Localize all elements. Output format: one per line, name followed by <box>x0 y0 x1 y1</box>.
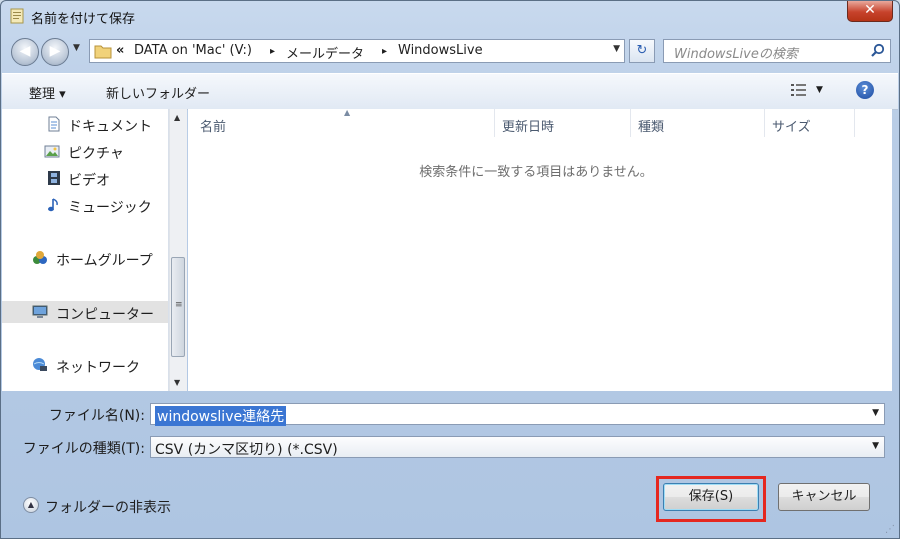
filetype-value: CSV (カンマ区切り) (*.CSV) <box>155 442 338 458</box>
computer-icon <box>32 305 48 318</box>
search-icon[interactable] <box>870 43 886 59</box>
navigation-bar: ◀ ▶ ▼ « DATA on 'Mac' (V:) ▸ メールデータ ▸ Wi… <box>1 33 899 71</box>
music-icon <box>48 198 58 212</box>
sidebar-item-computer[interactable]: コンピューター <box>2 301 168 323</box>
filename-value: windowslive連絡先 <box>155 406 287 426</box>
sort-ascending-icon: ▲ <box>344 108 351 117</box>
breadcrumb-separator[interactable]: ▸ <box>382 46 387 57</box>
close-button[interactable]: ✕ <box>847 1 893 22</box>
refresh-button[interactable]: ↻ <box>629 39 655 63</box>
navigation-pane: ドキュメント ピクチャ ビデオ ミュージック ホームグループ コンピューター ネ… <box>2 109 169 391</box>
column-header-label: 名前 <box>200 120 227 135</box>
cancel-button[interactable]: キャンセル <box>778 483 870 511</box>
organize-menu-button[interactable]: 整理 ▾ <box>29 83 66 102</box>
sidebar-item-homegroup[interactable]: ホームグループ <box>2 247 168 269</box>
resize-grip-icon[interactable]: ⋰ <box>885 524 895 535</box>
forward-button[interactable]: ▶ <box>41 38 69 66</box>
sidebar-item-pictures[interactable]: ピクチャ <box>2 140 168 162</box>
sidebar-item-label: ネットワーク <box>56 360 140 376</box>
command-toolbar: 整理 ▾ 新しいフォルダー ▼ ? <box>2 73 898 110</box>
filetype-select[interactable]: CSV (カンマ区切り) (*.CSV) ▼ <box>150 436 885 458</box>
collapse-up-icon: ▲ <box>23 497 39 513</box>
filename-label: ファイル名(N): <box>48 408 145 424</box>
scroll-down-arrow-icon[interactable]: ▼ <box>174 378 180 387</box>
sidebar-item-network[interactable]: ネットワーク <box>2 354 168 376</box>
sidebar-item-music[interactable]: ミュージック <box>2 194 168 216</box>
address-bar[interactable]: « DATA on 'Mac' (V:) ▸ メールデータ ▸ WindowsL… <box>89 39 625 63</box>
search-input[interactable]: WindowsLiveの検索 <box>663 39 891 63</box>
address-dropdown-icon[interactable]: ▼ <box>613 44 620 54</box>
save-as-dialog: 名前を付けて保存 ✕ ◀ ▶ ▼ « DATA on 'Mac' (V:) ▸ … <box>0 0 900 539</box>
search-placeholder: WindowsLiveの検索 <box>674 47 798 62</box>
navigation-pane-scrollbar[interactable]: ▲ ≡ ▼ <box>169 109 187 391</box>
back-button[interactable]: ◀ <box>11 38 39 66</box>
sidebar-item-label: ドキュメント <box>68 119 152 135</box>
breadcrumb-item-windowslive[interactable]: WindowsLive <box>398 43 483 58</box>
folder-icon <box>94 45 112 59</box>
empty-list-message: 検索条件に一致する項目はありません。 <box>419 165 653 180</box>
sidebar-item-documents[interactable]: ドキュメント <box>2 113 168 135</box>
column-header-label: 種類 <box>638 120 665 135</box>
column-header-type[interactable]: 種類 <box>630 109 765 137</box>
window-title: 名前を付けて保存 <box>31 12 136 27</box>
recent-locations-dropdown-icon[interactable]: ▼ <box>73 43 80 53</box>
documents-icon <box>48 116 60 132</box>
breadcrumb-separator[interactable]: ▸ <box>270 46 275 57</box>
filetype-dropdown-icon[interactable]: ▼ <box>872 441 879 451</box>
homegroup-icon <box>33 251 47 264</box>
sidebar-item-video[interactable]: ビデオ <box>2 167 168 189</box>
column-header-name[interactable]: ▲ 名前 <box>188 108 495 137</box>
filetype-label: ファイルの種類(T): <box>22 441 145 457</box>
sidebar-item-label: ホームグループ <box>56 253 153 269</box>
breadcrumb-item-mail-data[interactable]: メールデータ <box>286 43 364 62</box>
save-button[interactable]: 保存(S) <box>663 483 759 511</box>
new-folder-button[interactable]: 新しいフォルダー <box>106 83 210 102</box>
filename-field[interactable]: windowslive連絡先 ▼ <box>150 403 885 426</box>
view-options-dropdown-icon[interactable]: ▼ <box>816 85 823 95</box>
scrollbar-grip-icon: ≡ <box>175 300 183 310</box>
sidebar-item-label: ビデオ <box>68 173 110 189</box>
column-header-modified[interactable]: 更新日時 <box>494 109 631 137</box>
filename-dropdown-icon[interactable]: ▼ <box>872 408 879 418</box>
pictures-icon <box>44 145 60 158</box>
help-icon[interactable]: ? <box>856 81 874 99</box>
hide-folders-label: フォルダーの非表示 <box>45 500 171 516</box>
column-header-size[interactable]: サイズ <box>764 109 855 137</box>
save-dialog-icon <box>10 8 24 24</box>
column-header-label: サイズ <box>772 120 811 135</box>
scroll-up-arrow-icon[interactable]: ▲ <box>174 113 180 122</box>
column-header-label: 更新日時 <box>502 120 555 135</box>
sidebar-item-label: ミュージック <box>68 200 152 216</box>
network-icon <box>33 358 47 371</box>
title-bar: 名前を付けて保存 ✕ <box>1 1 899 33</box>
sidebar-item-label: ピクチャ <box>68 146 124 162</box>
breadcrumb-item-drive[interactable]: DATA on 'Mac' (V:) <box>134 43 252 58</box>
change-view-icon[interactable] <box>790 83 808 97</box>
file-list: ▲ 名前 更新日時 種類 サイズ 検索条件に一致する項目はありません。 <box>188 108 892 391</box>
address-overflow-chevron[interactable]: « <box>116 43 124 58</box>
video-icon <box>48 171 60 185</box>
scrollbar-thumb[interactable]: ≡ <box>171 257 185 357</box>
sidebar-item-label: コンピューター <box>56 307 154 323</box>
